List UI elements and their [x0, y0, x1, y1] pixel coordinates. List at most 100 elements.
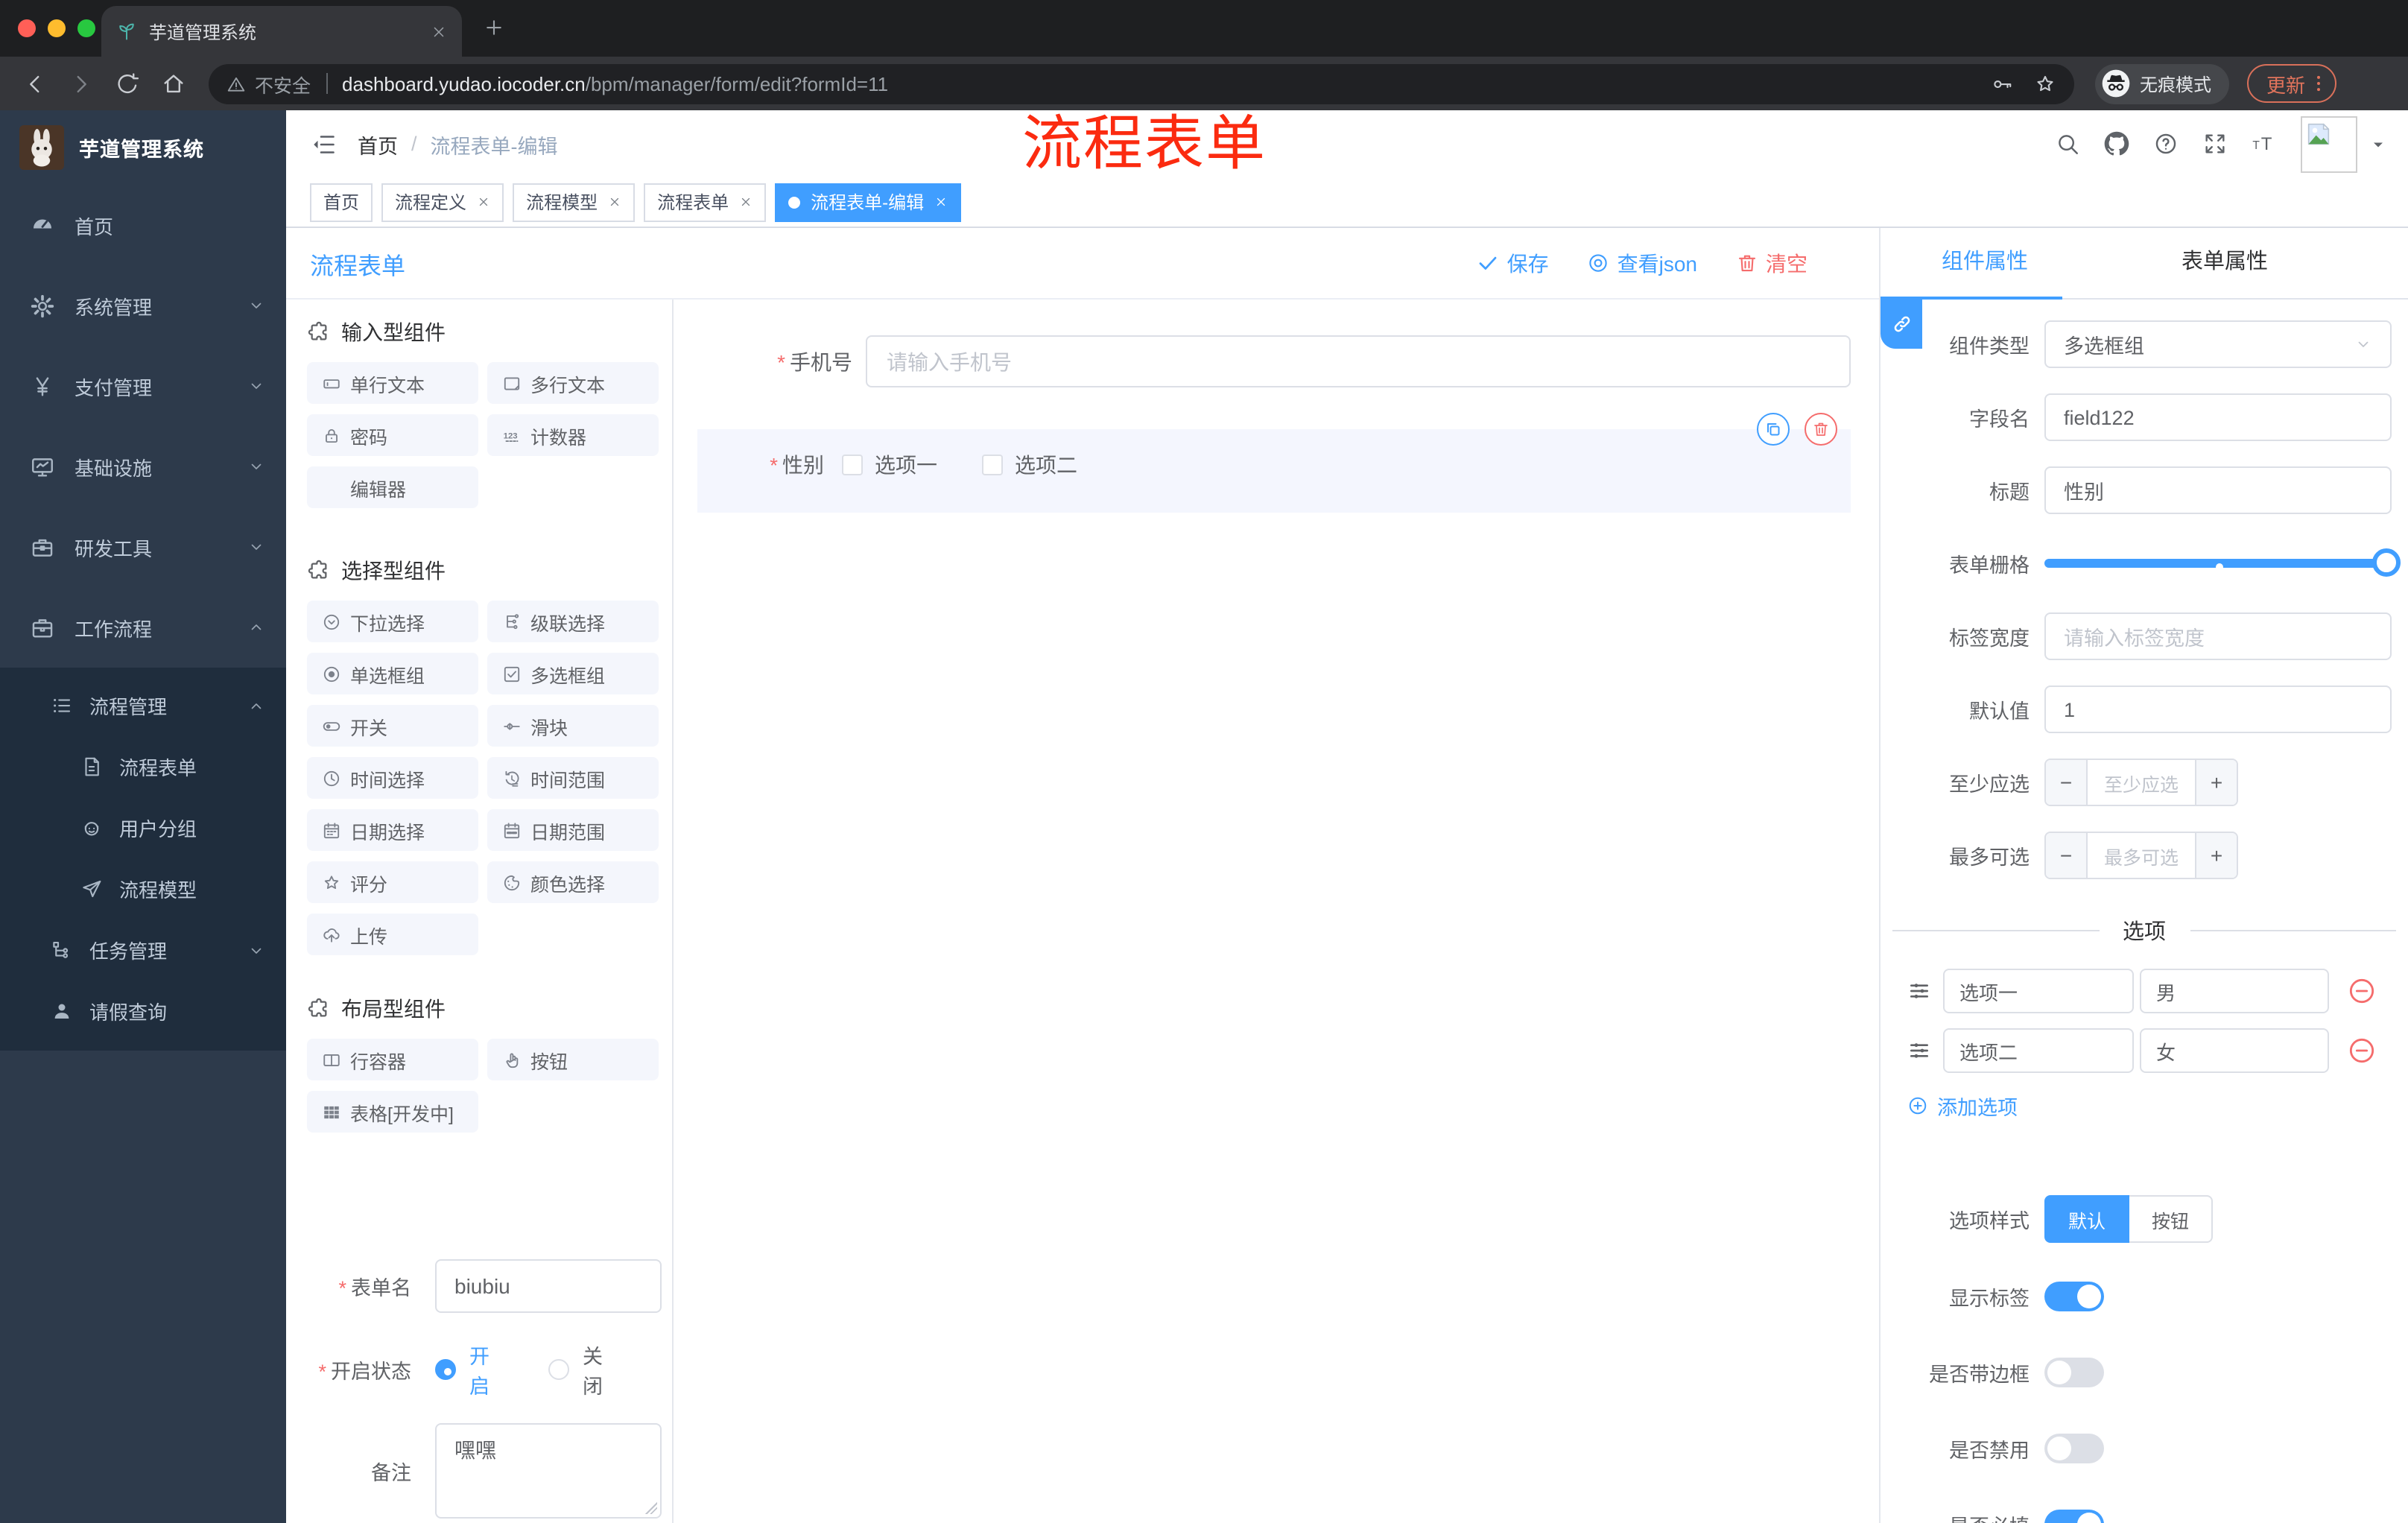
delete-component-button[interactable]	[1805, 413, 1837, 446]
max-select-stepper[interactable]: − 最多可选 +	[2044, 832, 2238, 879]
sidebar-subitem-0[interactable]: 流程管理	[0, 675, 286, 736]
form-grid-slider[interactable]	[2044, 539, 2401, 587]
stepper-increase-button[interactable]: +	[2195, 833, 2237, 878]
password-key-icon[interactable]	[1991, 72, 2013, 95]
toggle-switch[interactable]	[2044, 1358, 2104, 1387]
palette-item[interactable]: 开关	[307, 705, 478, 747]
tag-1[interactable]: 流程定义	[381, 183, 504, 221]
palette-item[interactable]: 多选框组	[487, 653, 659, 694]
close-window-button[interactable]	[18, 19, 36, 37]
default-value-input[interactable]: 1	[2044, 685, 2392, 733]
update-label[interactable]: 更新	[2266, 69, 2305, 98]
min-select-stepper[interactable]: − 至少应选 +	[2044, 759, 2238, 806]
palette-item[interactable]: 密码	[307, 414, 478, 456]
home-button[interactable]	[161, 71, 186, 96]
slider-handle[interactable]	[2372, 548, 2401, 577]
sidebar-subitem-2[interactable]: 用户分组	[0, 797, 286, 858]
font-size-icon[interactable]: TT	[2252, 131, 2277, 156]
palette-item[interactable]: 颜色选择	[487, 861, 659, 903]
palette-item[interactable]: 单选框组	[307, 653, 478, 694]
fullscreen-icon[interactable]	[2202, 131, 2228, 156]
link-affix-button[interactable]	[1881, 300, 1922, 349]
palette-item[interactable]: 上传	[307, 914, 478, 955]
tab-component-props[interactable]: 组件属性	[1881, 228, 2089, 298]
form-canvas[interactable]: * 手机号 请输入手机号 * 性别 选项一 选项二	[674, 300, 1879, 1523]
tag-close-icon[interactable]	[739, 195, 752, 209]
save-button[interactable]: 保存	[1477, 248, 1549, 278]
toggle-switch[interactable]	[2044, 1282, 2104, 1311]
drag-handle-icon[interactable]	[1907, 1039, 1931, 1063]
breadcrumb-home[interactable]: 首页	[358, 129, 398, 159]
palette-item[interactable]: 单行文本	[307, 362, 478, 404]
browser-menu-icon[interactable]	[2308, 73, 2329, 94]
new-tab-button[interactable]	[483, 16, 505, 39]
search-icon[interactable]	[2055, 131, 2080, 156]
tag-close-icon[interactable]	[934, 195, 948, 209]
toggle-switch[interactable]	[2044, 1434, 2104, 1463]
back-button[interactable]	[22, 71, 48, 96]
gender-option-2[interactable]: 选项二	[982, 450, 1077, 480]
field-name-input[interactable]: field122	[2044, 393, 2392, 441]
phone-field-row[interactable]: * 手机号 请输入手机号	[697, 335, 1851, 387]
form-remark-textarea[interactable]: 嘿嘿	[435, 1423, 662, 1519]
sidebar-item-0[interactable]: 首页	[0, 185, 286, 265]
sidebar-subitem-1[interactable]: 流程表单	[0, 736, 286, 797]
clear-button[interactable]: 清空	[1736, 248, 1807, 278]
tab-form-props[interactable]: 表单属性	[2120, 228, 2329, 298]
palette-item[interactable]: 下拉选择	[307, 601, 478, 642]
palette-item[interactable]: 日期选择	[307, 809, 478, 851]
copy-component-button[interactable]	[1757, 413, 1790, 446]
sidebar-item-2[interactable]: 支付管理	[0, 346, 286, 426]
avatar[interactable]	[2301, 115, 2357, 172]
minimize-window-button[interactable]	[48, 19, 66, 37]
sidebar-item-4[interactable]: 研发工具	[0, 507, 286, 587]
tag-close-icon[interactable]	[608, 195, 621, 209]
reload-button[interactable]	[115, 71, 140, 96]
remove-option-icon[interactable]	[2347, 1036, 2377, 1066]
sidebar-item-1[interactable]: 系统管理	[0, 265, 286, 346]
title-input[interactable]: 性别	[2044, 466, 2392, 514]
add-option-button[interactable]: 添加选项	[1881, 1091, 2408, 1121]
status-radio-off[interactable]: 关闭	[548, 1340, 620, 1399]
palette-item[interactable]: 级联选择	[487, 601, 659, 642]
option-style-1[interactable]: 按钮	[2129, 1195, 2214, 1243]
component-type-select[interactable]: 多选框组	[2044, 320, 2392, 368]
phone-input[interactable]: 请输入手机号	[866, 335, 1851, 387]
option-label-input[interactable]: 选项一	[1943, 969, 2134, 1013]
palette-item[interactable]: 日期范围	[487, 809, 659, 851]
drag-handle-icon[interactable]	[1907, 979, 1931, 1003]
tag-0[interactable]: 首页	[310, 183, 373, 221]
tag-4[interactable]: 流程表单-编辑	[775, 183, 962, 221]
label-width-input[interactable]: 请输入标签宽度	[2044, 612, 2392, 660]
bookmark-star-icon[interactable]	[2034, 72, 2056, 95]
palette-item[interactable]: 行容器	[307, 1039, 478, 1080]
tag-close-icon[interactable]	[477, 195, 490, 209]
palette-item[interactable]: 时间范围	[487, 757, 659, 799]
tag-2[interactable]: 流程模型	[513, 183, 636, 221]
help-icon[interactable]	[2153, 131, 2179, 156]
palette-item[interactable]: 滑块	[487, 705, 659, 747]
sidebar-logo[interactable]: 芋道管理系统	[0, 110, 286, 185]
option-value-input[interactable]: 男	[2140, 969, 2329, 1013]
palette-item[interactable]: 多行文本	[487, 362, 659, 404]
stepper-decrease-button[interactable]: −	[2046, 760, 2088, 805]
tab-close-icon[interactable]	[431, 23, 447, 39]
option-label-input[interactable]: 选项二	[1943, 1028, 2134, 1073]
palette-item[interactable]: 评分	[307, 861, 478, 903]
palette-item[interactable]: 编辑器	[307, 466, 478, 508]
form-name-input[interactable]: biubiu	[435, 1259, 662, 1313]
toggle-switch[interactable]	[2044, 1510, 2104, 1523]
sidebar-item-5[interactable]: 工作流程	[0, 587, 286, 668]
sidebar-collapse-icon[interactable]	[310, 130, 337, 157]
option-value-input[interactable]: 女	[2140, 1028, 2329, 1073]
checkbox[interactable]	[982, 455, 1003, 475]
stepper-increase-button[interactable]: +	[2195, 760, 2237, 805]
window-controls[interactable]	[18, 19, 95, 37]
browser-update-button[interactable]: 更新	[2247, 64, 2337, 103]
option-style-0[interactable]: 默认	[2044, 1195, 2130, 1243]
selected-component-block[interactable]: * 性别 选项一 选项二	[697, 413, 1851, 513]
maximize-window-button[interactable]	[77, 19, 95, 37]
not-secure-label[interactable]: 不安全	[255, 69, 311, 98]
palette-item[interactable]: 时间选择	[307, 757, 478, 799]
browser-tab[interactable]: 芋道管理系统	[101, 6, 462, 57]
